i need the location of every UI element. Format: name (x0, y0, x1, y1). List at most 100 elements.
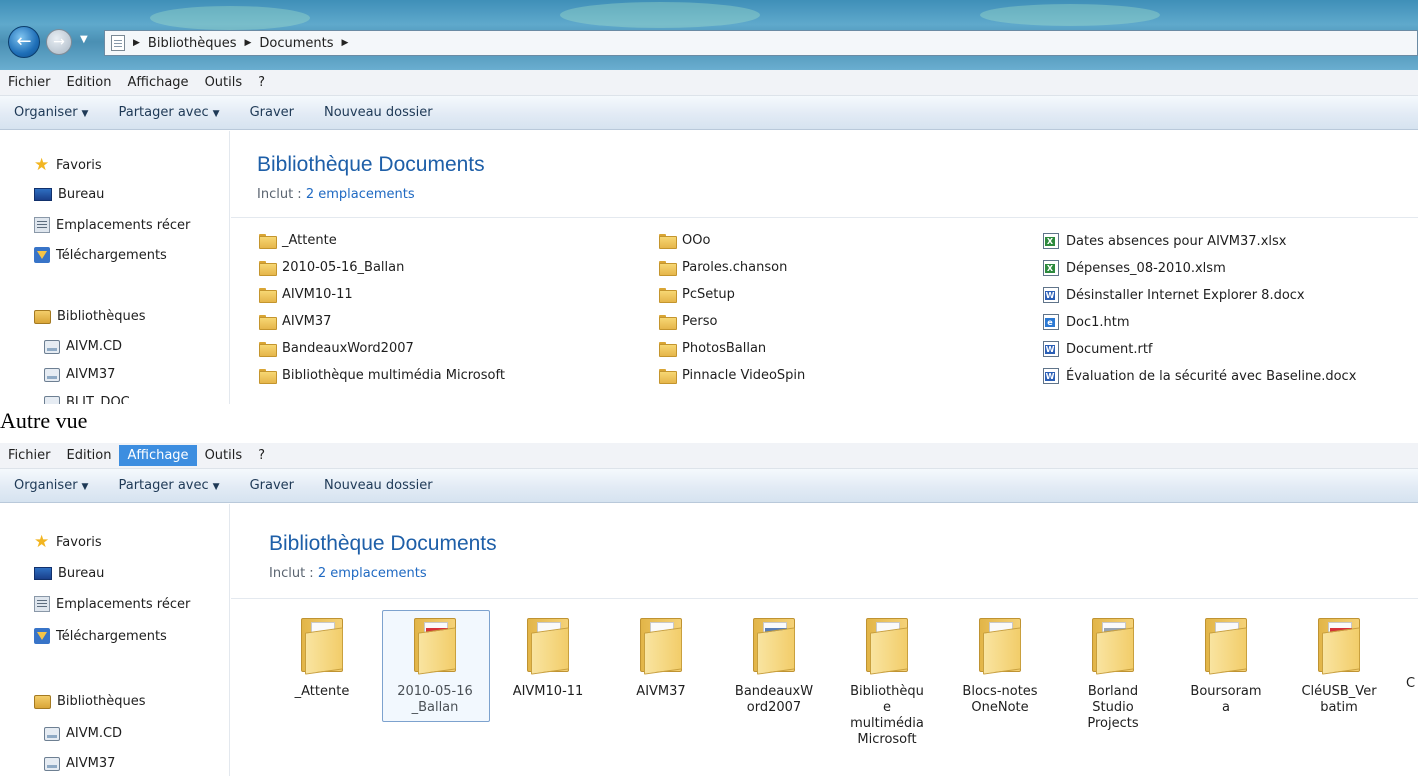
list-item[interactable]: _Attente (259, 233, 337, 249)
chevron-right-icon[interactable]: ▶ (244, 38, 251, 48)
folder-tile[interactable]: AIVM37 (608, 616, 714, 700)
nav-lib-item[interactable]: AIVM.CD (44, 726, 122, 741)
menu-tools[interactable]: Outils (197, 445, 251, 466)
nav-favorites[interactable]: ★ Favoris (34, 534, 102, 551)
folder-tile[interactable]: AIVM10-11 (495, 616, 601, 700)
item-name: PcSetup (682, 287, 735, 302)
menu-view[interactable]: Affichage (119, 72, 196, 93)
locations-link[interactable]: 2 emplacements (306, 187, 415, 202)
list-item[interactable]: X Dates absences pour AIVM37.xlsx (1043, 233, 1286, 249)
list-item[interactable]: 2010-05-16_Ballan (259, 260, 404, 276)
caret-down-icon: ▼ (81, 482, 89, 492)
burn-button[interactable]: Graver (250, 105, 294, 120)
folder-tile[interactable]: Boursoram a (1173, 616, 1279, 716)
word-icon: W (1043, 341, 1059, 357)
folder-name-line: e (883, 700, 891, 715)
library-title: Bibliothèque Documents (269, 532, 497, 555)
folder-tile[interactable]: CléUSB_Ver batim (1286, 616, 1392, 716)
menu-edit[interactable]: Edition (59, 72, 120, 93)
list-item[interactable]: Pinnacle VideoSpin (659, 368, 805, 384)
back-button[interactable]: ← (8, 26, 40, 58)
nav-downloads[interactable]: Téléchargements (34, 628, 167, 644)
history-dropdown-icon[interactable]: ▼ (80, 34, 88, 45)
recent-places-icon (34, 217, 50, 233)
menu-edit[interactable]: Edition (59, 445, 120, 466)
nav-desktop[interactable]: Bureau (34, 566, 104, 581)
library-icon (34, 694, 51, 709)
folder-name-line: AIVM37 (636, 684, 686, 699)
list-item[interactable]: W Désinstaller Internet Explorer 8.docx (1043, 287, 1305, 303)
list-item[interactable]: Bibliothèque multimédia Microsoft (259, 368, 505, 384)
nav-lib-item[interactable]: BLIT_DOC (44, 395, 130, 404)
burn-button[interactable]: Graver (250, 478, 294, 493)
list-item[interactable]: PcSetup (659, 287, 735, 303)
nav-label: AIVM37 (66, 367, 116, 382)
word-icon: W (1043, 287, 1059, 303)
list-item[interactable]: AIVM10-11 (259, 287, 353, 303)
excel-icon: X (1043, 260, 1059, 276)
folder-icon (659, 369, 677, 384)
new-folder-button[interactable]: Nouveau dossier (324, 105, 433, 120)
menu-tools[interactable]: Outils (197, 72, 251, 93)
folder-name-line: Studio (1092, 700, 1134, 715)
locations-link[interactable]: 2 emplacements (318, 566, 427, 581)
list-item[interactable]: W Évaluation de la sécurité avec Baseline… (1043, 368, 1356, 384)
folder-name-line: Projects (1087, 716, 1139, 731)
folder-icon (259, 342, 277, 357)
nav-label: AIVM.CD (66, 339, 123, 354)
forward-button[interactable]: → (46, 29, 72, 55)
item-name: Évaluation de la sécurité avec Baseline.… (1066, 368, 1357, 384)
menu-help[interactable]: ? (250, 72, 273, 93)
list-item[interactable]: e Doc1.htm (1043, 314, 1130, 330)
chevron-right-icon[interactable]: ▶ (133, 38, 140, 48)
menu-view[interactable]: Affichage (119, 445, 197, 466)
nav-libraries[interactable]: Bibliothèques (34, 309, 146, 324)
menu-help[interactable]: ? (250, 445, 273, 466)
folder-name-line: Bibliothèqu (850, 684, 924, 699)
nav-downloads[interactable]: Téléchargements (34, 247, 167, 263)
list-item[interactable]: OOo (659, 233, 710, 249)
organize-button[interactable]: Organiser ▼ (14, 105, 88, 120)
nav-favorites[interactable]: ★ Favoris (34, 157, 102, 174)
item-name: Doc1.htm (1066, 314, 1130, 330)
nav-lib-item[interactable]: AIVM.CD (44, 339, 122, 354)
new-folder-button[interactable]: Nouveau dossier (324, 478, 433, 493)
nav-label: Bureau (58, 566, 105, 581)
folder-tile[interactable]: Blocs-notes OneNote (947, 616, 1053, 716)
folder-icon (866, 616, 908, 675)
folder-icon (1205, 616, 1247, 675)
nav-libraries[interactable]: Bibliothèques (34, 694, 146, 709)
list-item[interactable]: Perso (659, 314, 717, 330)
word-icon: W (1043, 368, 1059, 384)
menu-file[interactable]: Fichier (0, 445, 59, 466)
chevron-right-icon[interactable]: ▶ (342, 38, 349, 48)
folder-tile[interactable]: _Attente (269, 616, 375, 700)
folder-tile[interactable]: Borland Studio Projects (1060, 616, 1166, 732)
nav-lib-item[interactable]: AIVM37 (44, 756, 115, 771)
list-item[interactable]: AIVM37 (259, 314, 331, 330)
share-button[interactable]: Partager avec ▼ (118, 478, 219, 493)
list-item[interactable]: Paroles.chanson (659, 260, 787, 276)
nav-desktop[interactable]: Bureau (34, 187, 104, 202)
list-item[interactable]: X Dépenses_08-2010.xlsm (1043, 260, 1226, 276)
caret-down-icon: ▼ (212, 482, 220, 492)
list-item[interactable]: PhotosBallan (659, 341, 766, 357)
share-button[interactable]: Partager avec ▼ (118, 105, 219, 120)
drive-icon (44, 726, 60, 741)
nav-recent-places[interactable]: Emplacements récer (34, 596, 190, 612)
folder-tile[interactable]: BandeauxW ord2007 (721, 616, 827, 716)
list-item[interactable]: BandeauxWord2007 (259, 341, 414, 357)
file-list-pane: Bibliothèque Documents Inclut : 2 emplac… (231, 131, 1418, 404)
organize-button[interactable]: Organiser ▼ (14, 478, 88, 493)
nav-recent-places[interactable]: Emplacements récer (34, 217, 190, 233)
breadcrumb-documents[interactable]: Documents (259, 36, 333, 51)
list-item[interactable]: W Document.rtf (1043, 341, 1153, 357)
address-bar[interactable]: ▶ Bibliothèques ▶ Documents ▶ (104, 30, 1418, 56)
folder-tile[interactable]: Bibliothèqu e multimédia Microsoft (834, 616, 940, 748)
downloads-icon (34, 628, 50, 644)
menu-file[interactable]: Fichier (0, 72, 59, 93)
breadcrumb-libraries[interactable]: Bibliothèques (148, 36, 237, 51)
command-bar: Organiser ▼ Partager avec ▼ Graver Nouveau… (0, 96, 1418, 130)
folder-tile[interactable]: 2010-05-16 _Ballan (382, 610, 490, 722)
nav-lib-item[interactable]: AIVM37 (44, 367, 115, 382)
